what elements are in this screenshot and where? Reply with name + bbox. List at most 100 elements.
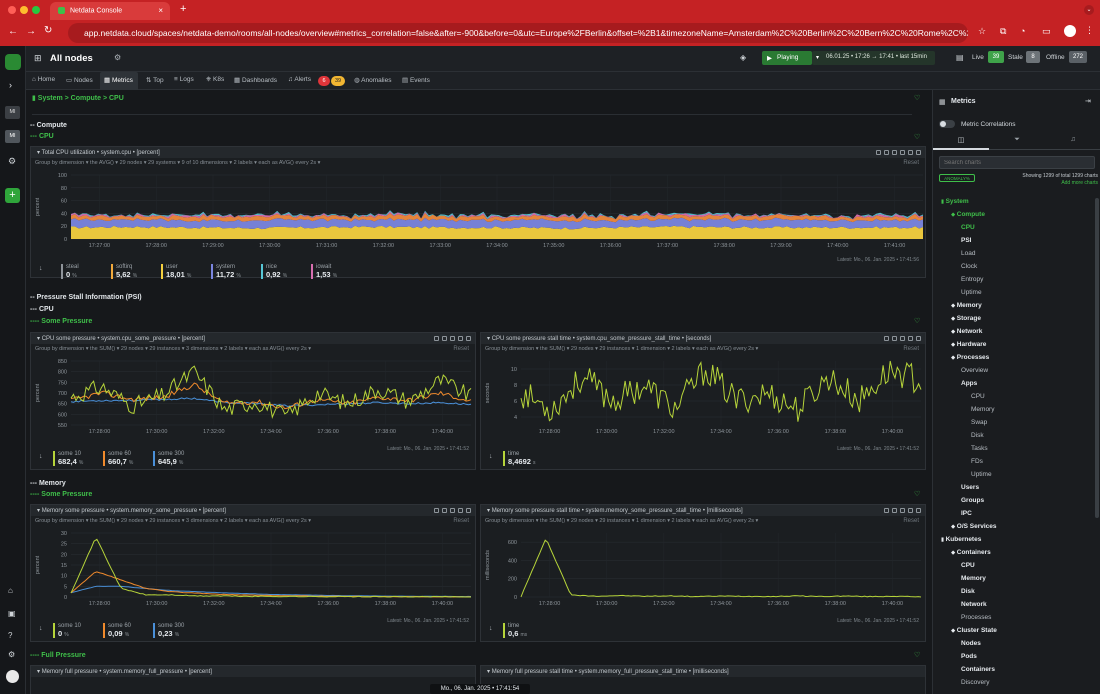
- legend-item[interactable]: iowait 1,53 %: [311, 264, 357, 279]
- tree-item[interactable]: Uptime: [971, 471, 992, 478]
- fullscreen-icon[interactable]: [458, 508, 463, 513]
- heart-icon[interactable]: ♡: [914, 317, 920, 325]
- reload-icon[interactable]: ↻: [44, 25, 52, 36]
- room-settings-icon[interactable]: ⚙: [114, 53, 121, 62]
- add-space-button[interactable]: +: [5, 188, 20, 203]
- maximize-window-icon[interactable]: [32, 6, 40, 14]
- split-view-icon[interactable]: ▭: [1042, 26, 1051, 37]
- drag-handle-icon[interactable]: [466, 336, 471, 341]
- tree-item[interactable]: Tasks: [971, 445, 988, 452]
- live-count-badge[interactable]: 39: [988, 51, 1004, 63]
- memory-some-pressure-line-chart[interactable]: 30 25 20 15 10 5 0 17:28:00 17:30:00 17:32:00 17:3…: [31, 527, 477, 619]
- gift-icon[interactable]: ⌂: [8, 586, 13, 595]
- back-icon[interactable]: ←: [8, 26, 18, 37]
- tree-item[interactable]: Swap: [971, 419, 987, 426]
- tab-events[interactable]: ▤ Events: [402, 76, 430, 84]
- profile-avatar[interactable]: [1064, 25, 1076, 37]
- tree-item[interactable]: ◆ Storage: [951, 315, 981, 322]
- drag-handle-icon[interactable]: [466, 508, 471, 513]
- chart-type-icon[interactable]: [442, 508, 447, 513]
- alerts-critical-badge[interactable]: 6: [318, 76, 330, 86]
- expand-sidebar-icon[interactable]: ›: [9, 80, 12, 90]
- tree-item[interactable]: Nodes: [961, 640, 981, 647]
- chart-query-controls[interactable]: Group by dimension ▾ the SUM() ▾ 29 node…: [35, 346, 311, 352]
- search-charts-input[interactable]: [939, 156, 1095, 169]
- cpu-area-chart[interactable]: 100 80 60 40 20 0 17:27:00 17:28:00 17:29:00 17:3…: [31, 169, 927, 261]
- space-badge[interactable]: MI: [5, 106, 20, 119]
- sort-arrow-icon[interactable]: ↓: [489, 453, 493, 460]
- tree-item[interactable]: ◆ Processes: [951, 354, 989, 361]
- heart-icon[interactable]: ♡: [914, 133, 920, 141]
- tree-item[interactable]: ◆ Cluster State: [951, 627, 997, 634]
- legend-item[interactable]: user 18,01 %: [161, 264, 207, 279]
- tab-k8s[interactable]: ⎈ K8s: [206, 76, 224, 84]
- legend-item[interactable]: softirq 5,62 %: [111, 264, 157, 279]
- reset-button[interactable]: Reset: [903, 518, 919, 524]
- tab-alerts[interactable]: ♫ Alerts: [288, 76, 311, 83]
- tree-item[interactable]: Disk: [971, 432, 984, 439]
- room-title[interactable]: All nodes: [50, 53, 93, 64]
- tree-item[interactable]: CPU: [971, 393, 985, 400]
- tab-nodes[interactable]: ▭ Nodes: [66, 76, 93, 84]
- extensions-icon[interactable]: ⧉: [1000, 26, 1006, 37]
- legend-item[interactable]: some 60 0,09 %: [103, 623, 149, 638]
- chart-type-icon[interactable]: [892, 150, 897, 155]
- heart-icon[interactable]: ♡: [914, 651, 920, 659]
- netdata-logo-icon[interactable]: [5, 54, 21, 70]
- legend-item[interactable]: some 10 682,4 %: [53, 451, 99, 466]
- heart-icon[interactable]: ♡: [914, 490, 920, 498]
- tree-item[interactable]: Network: [961, 601, 987, 608]
- tree-item[interactable]: Memory: [961, 575, 986, 582]
- tree-item[interactable]: Clock: [961, 263, 977, 270]
- fullscreen-icon[interactable]: [908, 150, 913, 155]
- minimize-window-icon[interactable]: [20, 6, 28, 14]
- tab-home[interactable]: ⌂ Home: [32, 76, 55, 83]
- tree-item[interactable]: ◆ Compute: [951, 211, 985, 218]
- chart-query-controls[interactable]: Group by dimension ▾ the AVG() ▾ 29 node…: [35, 160, 320, 166]
- user-avatar[interactable]: [6, 670, 19, 683]
- legend-item[interactable]: time 8,4692 s: [503, 451, 549, 466]
- sort-arrow-icon[interactable]: ↓: [39, 265, 43, 272]
- news-icon[interactable]: ▣: [8, 609, 16, 618]
- tree-item[interactable]: Groups: [961, 497, 984, 504]
- anomaly-badge[interactable]: ANOMALY%: [939, 174, 975, 182]
- tree-item[interactable]: ◆ Containers: [951, 549, 991, 556]
- info-icon[interactable]: [434, 336, 439, 341]
- legend-item[interactable]: some 300 645,9 %: [153, 451, 199, 466]
- browser-tab[interactable]: Netdata Console ×: [50, 2, 170, 20]
- info-icon[interactable]: [884, 508, 889, 513]
- tree-item[interactable]: Discovery: [961, 679, 990, 686]
- legend-item[interactable]: some 300 0,23 %: [153, 623, 199, 638]
- tree-item[interactable]: Apps: [961, 380, 977, 387]
- tab-search-icon[interactable]: ⌄: [1084, 5, 1094, 15]
- tree-item[interactable]: Containers: [961, 666, 995, 673]
- bookmark-star-icon[interactable]: ☆: [978, 26, 986, 37]
- drag-handle-icon[interactable]: [916, 508, 921, 513]
- add-more-charts-link[interactable]: Add more charts: [1003, 180, 1098, 186]
- chart-type-icon[interactable]: [892, 336, 897, 341]
- download-icon[interactable]: [900, 336, 905, 341]
- tree-item[interactable]: IPC: [961, 510, 972, 517]
- tab-alerts[interactable]: ♫: [1045, 136, 1100, 150]
- reset-button[interactable]: Reset: [453, 518, 469, 524]
- tab-top[interactable]: ⇅ Top: [146, 76, 164, 84]
- chart-query-controls[interactable]: Group by dimension ▾ the SUM() ▾ 29 node…: [485, 346, 758, 352]
- drag-handle-icon[interactable]: [916, 336, 921, 341]
- offline-count-badge[interactable]: 272: [1069, 51, 1087, 63]
- tree-item[interactable]: FDs: [971, 458, 983, 465]
- tree-item[interactable]: ◆ Memory: [951, 302, 982, 309]
- settings-gear-icon[interactable]: ⚙: [8, 156, 16, 167]
- legend-item[interactable]: some 10 0 %: [53, 623, 99, 638]
- legend-item[interactable]: system 11,72 %: [211, 264, 257, 279]
- metric-correlations-toggle[interactable]: [939, 120, 955, 128]
- drag-handle-icon[interactable]: [916, 150, 921, 155]
- close-window-icon[interactable]: [8, 6, 16, 14]
- tab-anomalies[interactable]: ◍ Anomalies: [354, 76, 391, 84]
- tree-item[interactable]: Pods: [961, 653, 977, 660]
- tab-logs[interactable]: ≡ Logs: [174, 76, 194, 83]
- tree-item[interactable]: Disk: [961, 588, 975, 595]
- memory-stall-time-line-chart[interactable]: 600 400 200 0 17:28:00 17:30:00 17:32:00 17:34:…: [481, 527, 927, 619]
- tree-item[interactable]: Memory: [971, 406, 994, 413]
- tree-item[interactable]: ◆ Network: [951, 328, 982, 335]
- tree-item[interactable]: Overview: [961, 367, 988, 374]
